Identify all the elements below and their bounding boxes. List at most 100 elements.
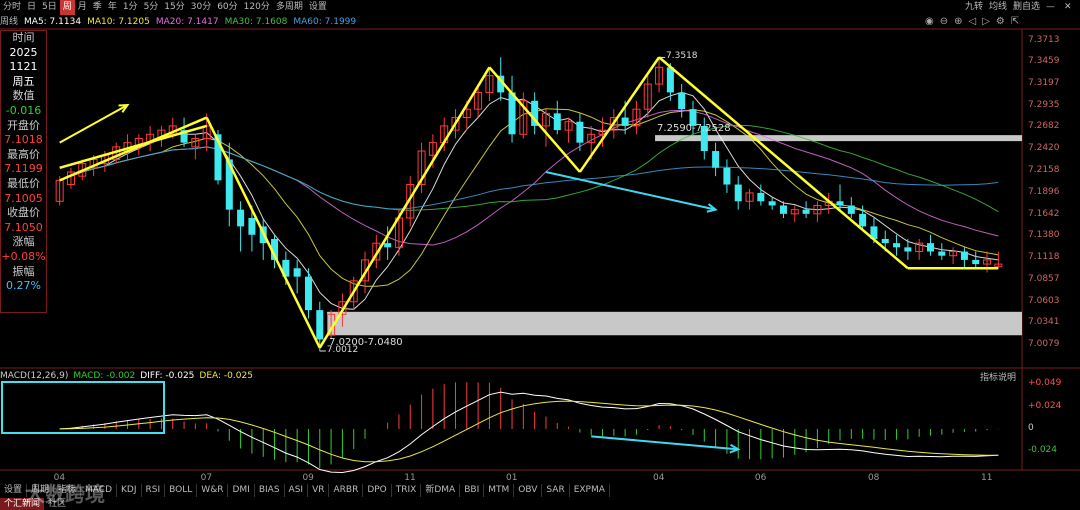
- info-row-13: 7.1050: [4, 220, 43, 234]
- trendline: [318, 66, 491, 349]
- price-tick: 7.3459: [1028, 56, 1060, 67]
- info-row-1: 2025: [9, 45, 38, 59]
- candle-body: [553, 113, 561, 131]
- time-tick: 11: [981, 473, 993, 483]
- macd-tick: +0.024: [1028, 400, 1062, 411]
- time-tick: 07: [200, 473, 213, 483]
- candle-body: [960, 251, 968, 260]
- indicator-tab-15[interactable]: 新DMA: [421, 484, 461, 497]
- macd-tick: +0.049: [1028, 377, 1062, 388]
- candle-body: [757, 192, 765, 202]
- price-tick: 7.0857: [1028, 274, 1060, 285]
- time-tick: 01: [506, 473, 518, 483]
- info-row-5: -0.016: [5, 103, 42, 117]
- candle-body: [926, 243, 934, 252]
- candle-body: [293, 268, 301, 277]
- diff-value: DIFF: -0.025: [140, 371, 195, 381]
- support-resistance-zone: [327, 311, 1022, 336]
- candle-body: [768, 201, 776, 206]
- extreme-price-label: 7.3518: [666, 51, 698, 62]
- indicator-tab-14[interactable]: TRIX: [392, 484, 422, 497]
- info-row-17: 0.27%: [6, 279, 41, 293]
- info-row-4: 数值: [12, 89, 35, 103]
- macd-tick: -0.024: [1028, 445, 1058, 456]
- indicator-tab-4[interactable]: KDJ: [117, 484, 142, 497]
- ma-line-MA60: [59, 146, 999, 210]
- info-row-14: 涨幅: [12, 235, 35, 249]
- info-row-8: 最高价: [7, 147, 40, 161]
- price-tick: 7.2935: [1028, 100, 1060, 111]
- candle-body: [508, 92, 516, 135]
- info-panel: 时间 2025 1121 周五 数值 -0.016 开盘价 7.1018 最高价 7.1199 最低…: [0, 30, 47, 313]
- price-tick: 7.3197: [1028, 78, 1060, 89]
- price-tick: 7.1896: [1028, 187, 1060, 198]
- indicator-tab-5[interactable]: RSI: [142, 484, 166, 497]
- candle-body: [304, 276, 312, 311]
- indicator-help-button[interactable]: 指标说明: [980, 370, 1016, 383]
- info-row-0: 时间: [12, 31, 35, 44]
- macd-title: MACD(12,26,9): [0, 371, 69, 381]
- price-tick: 7.2420: [1028, 143, 1060, 154]
- info-row-11: 7.1005: [4, 191, 43, 205]
- time-tick: 04: [653, 473, 665, 483]
- trendline: [658, 56, 909, 270]
- info-row-3: 周五: [12, 74, 35, 88]
- trendline: [205, 116, 321, 349]
- trend-arrow: [545, 170, 716, 211]
- info-row-15: +0.08%: [1, 249, 46, 263]
- indicator-tab-9[interactable]: BIAS: [255, 484, 285, 497]
- time-tick: 06: [754, 473, 767, 483]
- trendline: [578, 56, 661, 173]
- indicator-tab-13[interactable]: DPO: [363, 484, 392, 497]
- macd-arrow: [591, 435, 739, 451]
- info-row-2: 1121: [9, 60, 38, 74]
- candle-body: [712, 151, 720, 168]
- indicator-tab-0[interactable]: 设置: [0, 484, 28, 497]
- indicator-tab-19[interactable]: SAR: [542, 484, 570, 497]
- candle-body: [237, 209, 245, 227]
- time-tick: 09: [302, 473, 314, 483]
- info-row-6: 开盘价: [7, 118, 40, 132]
- indicator-tab-20[interactable]: EXPMA: [570, 484, 610, 497]
- info-row-7: 7.1018: [4, 133, 43, 147]
- watermark: 大数跨境: [25, 482, 105, 506]
- trendline: [488, 66, 581, 173]
- support-resistance-zone: [655, 135, 1022, 142]
- time-tick: 08: [867, 473, 880, 483]
- indicator-tab-16[interactable]: BBI: [460, 484, 485, 497]
- indicator-tab-18[interactable]: OBV: [514, 484, 543, 497]
- candle-body: [666, 67, 674, 93]
- candle-body: [621, 117, 629, 126]
- info-row-12: 收盘价: [7, 206, 40, 220]
- candle-body: [802, 209, 810, 214]
- price-tick: 7.0341: [1028, 317, 1060, 328]
- candle-body: [881, 238, 889, 244]
- info-row-10: 最低价: [7, 176, 40, 190]
- zone-label: 7.2590-7.2528: [657, 123, 731, 135]
- candle-body: [859, 213, 867, 227]
- indicator-tab-8[interactable]: DMI: [228, 484, 255, 497]
- time-tick: 11: [404, 473, 416, 483]
- extreme-price-label: 7.0012: [326, 344, 359, 355]
- macd-tick: 0: [1028, 422, 1034, 433]
- price-tick: 7.3713: [1028, 35, 1060, 46]
- candle-body: [938, 251, 946, 256]
- dea-value: DEA: -0.025: [199, 371, 253, 381]
- candle-body: [734, 184, 742, 202]
- chart-canvas: [0, 28, 1080, 474]
- kline-window: { "timeframes": ["分时","日","5日","周","月","…: [0, 0, 1080, 510]
- indicator-tab-11[interactable]: VR: [308, 484, 330, 497]
- macd-legend: MACD(12,26,9) MACD: -0.002 DIFF: -0.025 …: [0, 370, 253, 382]
- indicator-tab-7[interactable]: W&R: [197, 484, 229, 497]
- candle-body: [847, 205, 855, 214]
- macd-highlight-box: [1, 381, 165, 434]
- price-tick: 7.1380: [1028, 230, 1060, 241]
- candle-body: [576, 121, 584, 143]
- candle-body: [248, 218, 256, 235]
- indicator-tab-17[interactable]: MTM: [484, 484, 515, 497]
- indicator-tab-12[interactable]: ARBR: [329, 484, 364, 497]
- indicator-tab-6[interactable]: BOLL: [165, 484, 198, 497]
- price-tick: 7.1118: [1028, 252, 1060, 263]
- indicator-tab-10[interactable]: ASI: [285, 484, 309, 497]
- candle-body: [316, 310, 324, 340]
